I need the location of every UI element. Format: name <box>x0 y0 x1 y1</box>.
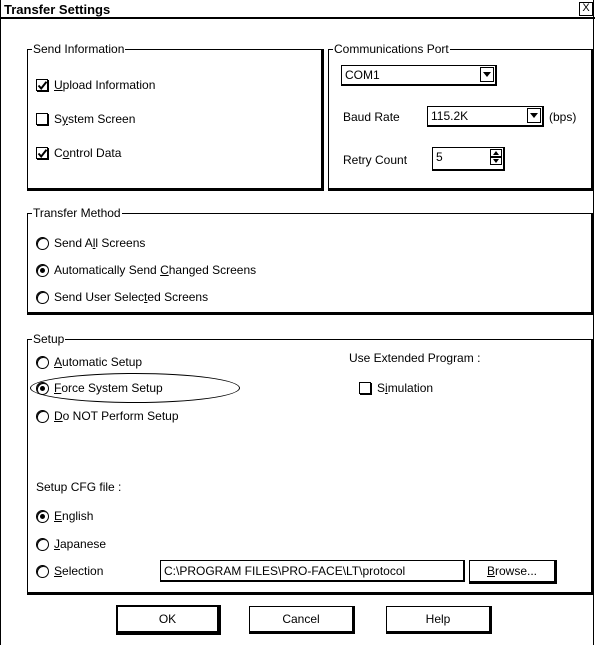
radio-off-icon[interactable] <box>36 236 49 250</box>
upload-information-checkbox[interactable]: Upload Information <box>36 78 155 92</box>
help-button[interactable]: Help <box>386 606 492 634</box>
radio-off-icon[interactable] <box>36 537 49 551</box>
radio-off-icon[interactable] <box>36 355 49 369</box>
cfg-path-input[interactable]: C:\PROGRAM FILES\PRO-FACE\LT\protocol <box>160 560 465 582</box>
japanese-label: Japanese <box>54 537 107 551</box>
radio-off-icon[interactable] <box>36 409 49 423</box>
window-title: Transfer Settings <box>4 2 111 17</box>
simulation-checkbox[interactable]: Simulation <box>359 381 433 395</box>
chevron-down-icon[interactable] <box>527 108 541 123</box>
checkbox-unchecked-icon[interactable] <box>36 113 48 125</box>
checkbox-checked-icon[interactable] <box>36 147 48 159</box>
close-icon[interactable]: X <box>579 2 593 16</box>
automatic-setup-radio[interactable]: Automatic Setup <box>36 355 142 369</box>
browse-label: Browse... <box>486 564 538 578</box>
retry-count-value: 5 <box>436 150 443 164</box>
radio-on-icon[interactable] <box>36 509 49 523</box>
english-radio[interactable]: English <box>36 509 93 523</box>
send-information-legend: Send Information <box>32 42 126 56</box>
communications-port-legend: Communications Port <box>333 42 450 56</box>
selection-label: Selection <box>54 564 104 578</box>
radio-on-icon[interactable] <box>36 263 49 277</box>
transfer-settings-dialog: Transfer Settings X Send Information Upl… <box>0 0 595 645</box>
checkbox-checked-icon[interactable] <box>36 79 48 91</box>
help-label: Help <box>425 612 451 626</box>
send-changed-screens-radio[interactable]: Automatically Send Changed Screens <box>36 263 256 277</box>
setup-legend: Setup <box>32 332 66 346</box>
browse-button[interactable]: Browse... <box>469 560 557 584</box>
transfer-method-legend: Transfer Method <box>32 206 122 220</box>
radio-off-icon[interactable] <box>36 290 49 304</box>
port-select[interactable]: COM1 <box>341 65 497 86</box>
send-information-group: Send Information Upload Information Syst… <box>27 42 324 191</box>
ok-label: OK <box>158 612 177 626</box>
do-not-perform-setup-radio[interactable]: Do NOT Perform Setup <box>36 409 179 423</box>
send-changed-screens-label: Automatically Send Changed Screens <box>54 263 257 277</box>
ok-button[interactable]: OK <box>116 605 221 635</box>
control-data-label: Control Data <box>54 146 122 160</box>
japanese-radio[interactable]: Japanese <box>36 537 106 551</box>
title-bar: Transfer Settings X <box>1 0 595 19</box>
spinner-arrows-icon[interactable] <box>490 149 502 166</box>
automatic-setup-label: Automatic Setup <box>54 355 143 369</box>
baud-rate-label: Baud Rate <box>343 110 400 124</box>
highlight-ellipse <box>30 373 240 403</box>
transfer-method-group: Transfer Method Send All Screens Automat… <box>27 206 594 315</box>
checkbox-unchecked-icon[interactable] <box>359 382 371 394</box>
chevron-down-icon[interactable] <box>480 67 494 82</box>
send-user-selected-screens-radio[interactable]: Send User Selected Screens <box>36 290 208 304</box>
simulation-label: Simulation <box>377 381 434 395</box>
baud-rate-select[interactable]: 115.2K <box>427 106 544 127</box>
cancel-label: Cancel <box>282 612 320 626</box>
baud-unit-label: (bps) <box>549 110 577 124</box>
radio-off-icon[interactable] <box>36 564 49 578</box>
setup-cfg-file-label: Setup CFG file : <box>36 480 122 494</box>
communications-port-group: Communications Port COM1 Baud Rate 115.2… <box>328 42 594 191</box>
use-extended-program-label: Use Extended Program : <box>349 351 481 365</box>
english-label: English <box>54 509 94 523</box>
send-user-selected-screens-label: Send User Selected Screens <box>54 290 209 304</box>
send-all-screens-label: Send All Screens <box>54 236 146 250</box>
port-value: COM1 <box>345 68 380 82</box>
do-not-perform-setup-label: Do NOT Perform Setup <box>54 409 179 423</box>
upload-information-label: Upload Information <box>54 78 156 92</box>
cancel-button[interactable]: Cancel <box>249 606 355 634</box>
send-all-screens-radio[interactable]: Send All Screens <box>36 236 145 250</box>
retry-count-label: Retry Count <box>343 153 408 167</box>
control-data-checkbox[interactable]: Control Data <box>36 146 121 160</box>
selection-radio[interactable]: Selection <box>36 564 103 578</box>
system-screen-label: System Screen <box>54 112 136 126</box>
retry-count-spinner[interactable]: 5 <box>432 147 505 171</box>
system-screen-checkbox[interactable]: System Screen <box>36 112 135 126</box>
baud-rate-value: 115.2K <box>431 109 469 123</box>
cfg-path-value: C:\PROGRAM FILES\PRO-FACE\LT\protocol <box>164 564 406 578</box>
